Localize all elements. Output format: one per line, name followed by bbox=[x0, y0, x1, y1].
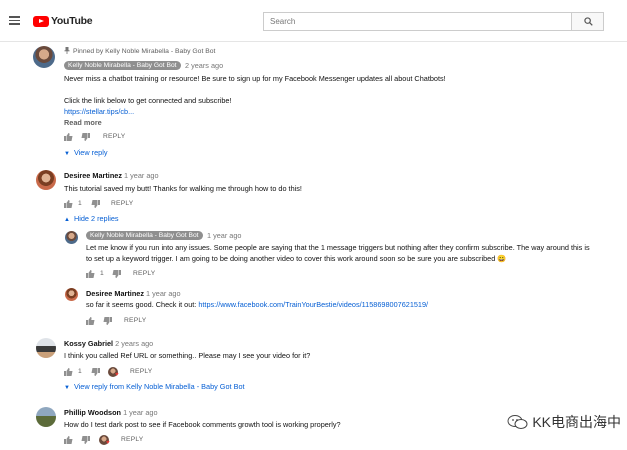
avatar[interactable] bbox=[33, 46, 55, 68]
like-count: 1 bbox=[100, 270, 104, 277]
comment-text: I think you called Ref URL or something.… bbox=[64, 351, 311, 360]
read-more-button[interactable]: Read more bbox=[64, 117, 102, 128]
comment-text-line: Click the link below to get connected an… bbox=[64, 96, 232, 105]
reply-header: Desiree Martinez 1 year ago bbox=[86, 289, 181, 298]
thumbs-up-icon[interactable] bbox=[86, 317, 95, 325]
avatar[interactable] bbox=[36, 170, 56, 190]
view-replies-label: View reply from Kelly Noble Mirabella - … bbox=[73, 382, 245, 391]
comment-header: Desiree Martinez 1 year ago bbox=[64, 171, 159, 180]
chevron-up-icon: ▲ bbox=[64, 217, 70, 223]
comment-time[interactable]: 1 year ago bbox=[123, 408, 157, 417]
youtube-play-icon bbox=[33, 15, 49, 27]
view-replies-toggle[interactable]: ▼ View reply from Kelly Noble Mirabella -… bbox=[64, 382, 245, 391]
search-icon bbox=[584, 17, 593, 26]
chevron-down-icon: ▼ bbox=[64, 385, 70, 391]
pinned-label: Pinned by Kelly Noble Mirabella - Baby G… bbox=[64, 47, 215, 56]
search-button[interactable] bbox=[571, 12, 604, 31]
comment-text: How do I test dark post to see if Facebo… bbox=[64, 420, 341, 429]
reply-button[interactable]: REPLY bbox=[124, 317, 146, 324]
search-input[interactable]: Search bbox=[263, 12, 574, 31]
reply-button[interactable]: REPLY bbox=[103, 133, 125, 140]
comment-link[interactable]: https://stellar.tips/cb... bbox=[64, 106, 134, 117]
comment-time[interactable]: 2 years ago bbox=[185, 61, 223, 70]
reply-button[interactable]: REPLY bbox=[133, 270, 155, 277]
comment-time[interactable]: 2 years ago bbox=[115, 339, 153, 348]
chevron-down-icon: ▼ bbox=[64, 151, 70, 157]
wechat-icon bbox=[507, 415, 528, 429]
avatar[interactable] bbox=[65, 231, 78, 244]
reply-text-line: Let me know if you run into any issues. … bbox=[86, 243, 590, 252]
like-count: 1 bbox=[78, 200, 82, 207]
thumbs-down-icon[interactable] bbox=[103, 317, 112, 325]
youtube-logo-text: YouTube bbox=[51, 15, 93, 27]
hide-replies-toggle[interactable]: ▲ Hide 2 replies bbox=[64, 214, 119, 223]
hamburger-menu-icon[interactable] bbox=[9, 16, 20, 25]
thumbs-up-icon[interactable] bbox=[64, 436, 73, 444]
reply-button[interactable]: REPLY bbox=[130, 368, 152, 375]
thumbs-up-icon[interactable] bbox=[86, 270, 95, 278]
view-replies-label: View reply bbox=[73, 148, 108, 157]
youtube-logo[interactable]: YouTube bbox=[33, 15, 93, 27]
thumbs-down-icon[interactable] bbox=[91, 368, 100, 376]
comments-section: Pinned by Kelly Noble Mirabella - Baby G… bbox=[0, 42, 627, 450]
thumbs-down-icon[interactable] bbox=[112, 270, 121, 278]
hide-replies-label: Hide 2 replies bbox=[73, 214, 119, 223]
heart-icon: ♥ bbox=[115, 372, 119, 378]
comment-header: Kossy Gabriel 2 years ago bbox=[64, 339, 153, 348]
comment-time[interactable]: 1 year ago bbox=[146, 289, 180, 298]
reply-text: so far it seems good. Check it out: http… bbox=[86, 299, 428, 310]
reply-button[interactable]: REPLY bbox=[111, 200, 133, 207]
comment-text-line: Never miss a chatbot training or resourc… bbox=[64, 74, 446, 83]
watermark: KK电商出海中 bbox=[507, 412, 621, 432]
reply-text-line: to set up a keyword trigger. I am going … bbox=[86, 254, 507, 263]
thumbs-down-icon[interactable] bbox=[91, 200, 100, 208]
author-badge[interactable]: Kelly Noble Mirabella - Baby Got Bot bbox=[86, 231, 203, 240]
thumbs-up-icon[interactable] bbox=[64, 200, 73, 208]
comment-author[interactable]: Phillip Woodson bbox=[64, 408, 121, 417]
like-count: 1 bbox=[78, 368, 82, 375]
reply-button[interactable]: REPLY bbox=[121, 436, 143, 443]
reply-text-prefix: so far it seems good. Check it out: bbox=[86, 300, 199, 309]
thumbs-up-icon[interactable] bbox=[64, 133, 73, 141]
pin-icon bbox=[64, 47, 70, 54]
thumbs-up-icon[interactable] bbox=[64, 368, 73, 376]
comment-time[interactable]: 1 year ago bbox=[124, 171, 158, 180]
comment-author[interactable]: Kossy Gabriel bbox=[64, 339, 113, 348]
thumbs-down-icon[interactable] bbox=[81, 436, 90, 444]
author-badge[interactable]: Kelly Noble Mirabella - Baby Got Bot bbox=[64, 61, 181, 70]
pinned-text: Pinned by Kelly Noble Mirabella - Baby G… bbox=[73, 48, 216, 55]
avatar[interactable] bbox=[36, 407, 56, 427]
watermark-text: KK电商出海中 bbox=[532, 414, 621, 430]
comment-time[interactable]: 1 year ago bbox=[207, 231, 241, 240]
avatar[interactable] bbox=[65, 288, 78, 301]
comment-text: This tutorial saved my butt! Thanks for … bbox=[64, 184, 302, 193]
heart-icon: ♥ bbox=[106, 440, 110, 446]
view-replies-toggle[interactable]: ▼ View reply bbox=[64, 148, 107, 157]
avatar[interactable] bbox=[36, 338, 56, 358]
thumbs-down-icon[interactable] bbox=[81, 133, 90, 141]
reply-link[interactable]: https://www.facebook.com/TrainYourBestie… bbox=[198, 300, 428, 309]
comment-author[interactable]: Desiree Martinez bbox=[64, 171, 122, 180]
comment-header: Phillip Woodson 1 year ago bbox=[64, 408, 158, 417]
top-bar: YouTube Search bbox=[0, 0, 627, 42]
comment-author[interactable]: Desiree Martinez bbox=[86, 289, 144, 298]
